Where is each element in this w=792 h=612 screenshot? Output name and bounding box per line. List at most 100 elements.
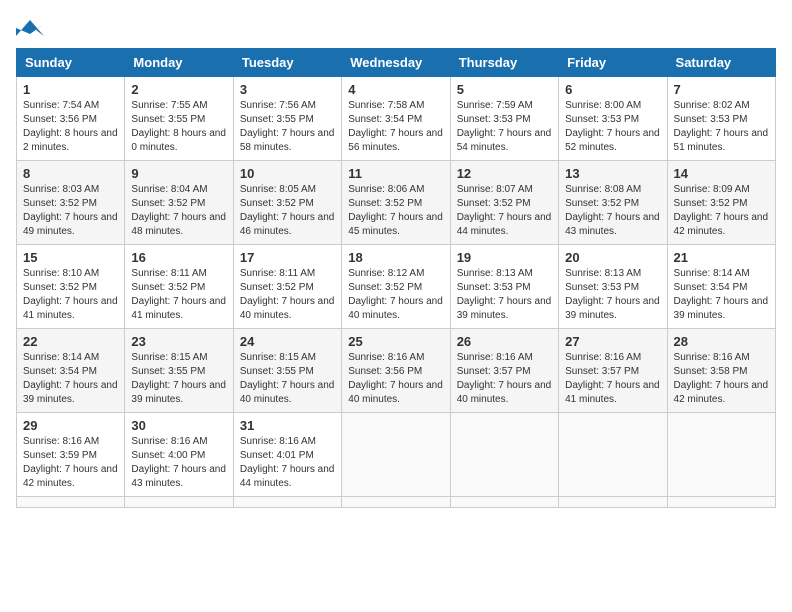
calendar-cell [667,413,775,497]
day-number: 27 [565,334,660,349]
day-info: Sunrise: 8:16 AM Sunset: 3:57 PM Dayligh… [565,351,660,407]
calendar-cell [667,497,775,508]
day-info: Sunrise: 8:07 AM Sunset: 3:52 PM Dayligh… [457,183,552,239]
calendar-week-row: 15 Sunrise: 8:10 AM Sunset: 3:52 PM Dayl… [17,245,776,329]
calendar-week-row: 1 Sunrise: 7:54 AM Sunset: 3:56 PM Dayli… [17,77,776,161]
calendar-cell [342,413,450,497]
day-info: Sunrise: 8:00 AM Sunset: 3:53 PM Dayligh… [565,99,660,155]
day-number: 17 [240,250,335,265]
day-number: 25 [348,334,443,349]
day-number: 22 [23,334,118,349]
weekday-header: Monday [125,49,233,77]
weekday-header: Friday [559,49,667,77]
day-number: 7 [674,82,769,97]
day-info: Sunrise: 8:13 AM Sunset: 3:53 PM Dayligh… [457,267,552,323]
day-number: 31 [240,418,335,433]
day-number: 10 [240,166,335,181]
day-info: Sunrise: 8:13 AM Sunset: 3:53 PM Dayligh… [565,267,660,323]
calendar-cell: 5 Sunrise: 7:59 AM Sunset: 3:53 PM Dayli… [450,77,558,161]
day-info: Sunrise: 8:14 AM Sunset: 3:54 PM Dayligh… [674,267,769,323]
calendar-cell: 8 Sunrise: 8:03 AM Sunset: 3:52 PM Dayli… [17,161,125,245]
calendar-cell [342,497,450,508]
day-number: 2 [131,82,226,97]
calendar-cell: 13 Sunrise: 8:08 AM Sunset: 3:52 PM Dayl… [559,161,667,245]
calendar-cell: 12 Sunrise: 8:07 AM Sunset: 3:52 PM Dayl… [450,161,558,245]
calendar-cell [125,497,233,508]
day-number: 13 [565,166,660,181]
day-info: Sunrise: 7:55 AM Sunset: 3:55 PM Dayligh… [131,99,226,155]
day-number: 11 [348,166,443,181]
day-number: 21 [674,250,769,265]
calendar-cell: 3 Sunrise: 7:56 AM Sunset: 3:55 PM Dayli… [233,77,341,161]
weekday-header-row: SundayMondayTuesdayWednesdayThursdayFrid… [17,49,776,77]
day-number: 12 [457,166,552,181]
calendar-cell: 2 Sunrise: 7:55 AM Sunset: 3:55 PM Dayli… [125,77,233,161]
calendar-cell: 19 Sunrise: 8:13 AM Sunset: 3:53 PM Dayl… [450,245,558,329]
day-info: Sunrise: 7:54 AM Sunset: 3:56 PM Dayligh… [23,99,118,155]
page-header [16,16,776,40]
day-info: Sunrise: 8:03 AM Sunset: 3:52 PM Dayligh… [23,183,118,239]
calendar-cell [559,497,667,508]
day-info: Sunrise: 8:16 AM Sunset: 3:58 PM Dayligh… [674,351,769,407]
day-info: Sunrise: 8:09 AM Sunset: 3:52 PM Dayligh… [674,183,769,239]
day-info: Sunrise: 8:06 AM Sunset: 3:52 PM Dayligh… [348,183,443,239]
weekday-header: Sunday [17,49,125,77]
day-info: Sunrise: 8:11 AM Sunset: 3:52 PM Dayligh… [131,267,226,323]
calendar-cell: 24 Sunrise: 8:15 AM Sunset: 3:55 PM Dayl… [233,329,341,413]
calendar-week-row [17,497,776,508]
day-number: 16 [131,250,226,265]
day-number: 9 [131,166,226,181]
calendar-cell: 29 Sunrise: 8:16 AM Sunset: 3:59 PM Dayl… [17,413,125,497]
calendar-cell: 7 Sunrise: 8:02 AM Sunset: 3:53 PM Dayli… [667,77,775,161]
calendar-cell: 26 Sunrise: 8:16 AM Sunset: 3:57 PM Dayl… [450,329,558,413]
day-number: 30 [131,418,226,433]
calendar-week-row: 29 Sunrise: 8:16 AM Sunset: 3:59 PM Dayl… [17,413,776,497]
calendar-cell: 15 Sunrise: 8:10 AM Sunset: 3:52 PM Dayl… [17,245,125,329]
day-info: Sunrise: 8:12 AM Sunset: 3:52 PM Dayligh… [348,267,443,323]
day-info: Sunrise: 7:56 AM Sunset: 3:55 PM Dayligh… [240,99,335,155]
calendar-cell: 28 Sunrise: 8:16 AM Sunset: 3:58 PM Dayl… [667,329,775,413]
calendar-cell: 9 Sunrise: 8:04 AM Sunset: 3:52 PM Dayli… [125,161,233,245]
day-number: 26 [457,334,552,349]
calendar-cell [450,497,558,508]
day-number: 8 [23,166,118,181]
day-info: Sunrise: 8:10 AM Sunset: 3:52 PM Dayligh… [23,267,118,323]
calendar-cell: 20 Sunrise: 8:13 AM Sunset: 3:53 PM Dayl… [559,245,667,329]
day-info: Sunrise: 8:04 AM Sunset: 3:52 PM Dayligh… [131,183,226,239]
day-info: Sunrise: 8:16 AM Sunset: 3:57 PM Dayligh… [457,351,552,407]
day-info: Sunrise: 8:14 AM Sunset: 3:54 PM Dayligh… [23,351,118,407]
day-number: 18 [348,250,443,265]
day-info: Sunrise: 8:05 AM Sunset: 3:52 PM Dayligh… [240,183,335,239]
calendar-cell: 18 Sunrise: 8:12 AM Sunset: 3:52 PM Dayl… [342,245,450,329]
day-info: Sunrise: 8:16 AM Sunset: 3:59 PM Dayligh… [23,435,118,491]
day-number: 23 [131,334,226,349]
day-info: Sunrise: 8:15 AM Sunset: 3:55 PM Dayligh… [240,351,335,407]
day-number: 29 [23,418,118,433]
day-info: Sunrise: 8:15 AM Sunset: 3:55 PM Dayligh… [131,351,226,407]
logo-icon [16,16,44,40]
day-info: Sunrise: 8:02 AM Sunset: 3:53 PM Dayligh… [674,99,769,155]
calendar-cell: 31 Sunrise: 8:16 AM Sunset: 4:01 PM Dayl… [233,413,341,497]
day-number: 3 [240,82,335,97]
calendar-cell: 25 Sunrise: 8:16 AM Sunset: 3:56 PM Dayl… [342,329,450,413]
weekday-header: Thursday [450,49,558,77]
day-info: Sunrise: 8:16 AM Sunset: 3:56 PM Dayligh… [348,351,443,407]
day-number: 20 [565,250,660,265]
calendar-cell: 30 Sunrise: 8:16 AM Sunset: 4:00 PM Dayl… [125,413,233,497]
day-info: Sunrise: 8:16 AM Sunset: 4:01 PM Dayligh… [240,435,335,491]
day-info: Sunrise: 8:08 AM Sunset: 3:52 PM Dayligh… [565,183,660,239]
calendar-cell: 22 Sunrise: 8:14 AM Sunset: 3:54 PM Dayl… [17,329,125,413]
calendar-cell: 6 Sunrise: 8:00 AM Sunset: 3:53 PM Dayli… [559,77,667,161]
weekday-header: Wednesday [342,49,450,77]
calendar-cell: 11 Sunrise: 8:06 AM Sunset: 3:52 PM Dayl… [342,161,450,245]
weekday-header: Saturday [667,49,775,77]
calendar-cell: 10 Sunrise: 8:05 AM Sunset: 3:52 PM Dayl… [233,161,341,245]
day-number: 5 [457,82,552,97]
calendar-cell [233,497,341,508]
weekday-header: Tuesday [233,49,341,77]
calendar-cell: 4 Sunrise: 7:58 AM Sunset: 3:54 PM Dayli… [342,77,450,161]
calendar-table: SundayMondayTuesdayWednesdayThursdayFrid… [16,48,776,508]
calendar-week-row: 8 Sunrise: 8:03 AM Sunset: 3:52 PM Dayli… [17,161,776,245]
day-number: 14 [674,166,769,181]
day-info: Sunrise: 7:59 AM Sunset: 3:53 PM Dayligh… [457,99,552,155]
